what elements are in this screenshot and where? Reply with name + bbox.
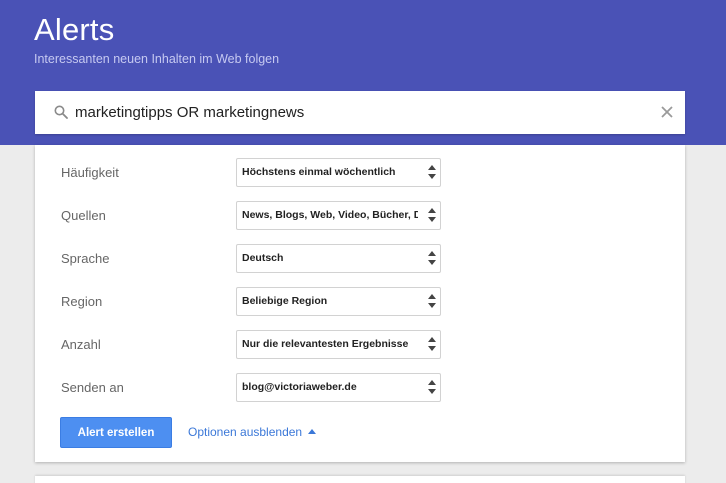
option-label: Region <box>61 294 103 309</box>
alerts-page: Alerts Interessanten neuen Inhalten im W… <box>0 0 726 483</box>
close-icon[interactable] <box>659 104 675 120</box>
create-alert-button[interactable]: Alert erstellen <box>60 417 172 448</box>
select-value: Nur die relevantesten Ergebnisse <box>242 338 409 350</box>
option-row-language: Sprache Deutsch <box>35 244 685 273</box>
option-label: Quellen <box>61 208 106 223</box>
select-value: Beliebige Region <box>242 295 328 307</box>
option-row-deliver-to: Senden an blog@victoriaweber.de <box>35 373 685 402</box>
select-arrows-icon <box>428 337 436 351</box>
language-select[interactable]: Deutsch <box>236 244 441 273</box>
triangle-up-icon <box>308 429 317 434</box>
select-arrows-icon <box>428 380 436 394</box>
select-value: Höchstens einmal wöchentlich <box>242 166 396 178</box>
header: Alerts Interessanten neuen Inhalten im W… <box>0 0 726 145</box>
select-arrows-icon <box>428 165 436 179</box>
select-arrows-icon <box>428 294 436 308</box>
search-input[interactable]: marketingtipps OR marketingnews <box>35 91 685 134</box>
option-label: Senden an <box>61 380 124 395</box>
option-row-sources: Quellen News, Blogs, Web, Video, Bücher,… <box>35 201 685 230</box>
search-query[interactable]: marketingtipps OR marketingnews <box>75 104 304 121</box>
hide-options-label: Optionen ausblenden <box>188 425 303 439</box>
option-row-region: Region Beliebige Region <box>35 287 685 316</box>
page-subtitle: Interessanten neuen Inhalten im Web folg… <box>34 52 280 66</box>
count-select[interactable]: Nur die relevantesten Ergebnisse <box>236 330 441 359</box>
option-label: Sprache <box>61 251 110 266</box>
frequency-select[interactable]: Höchstens einmal wöchentlich <box>236 158 441 187</box>
select-arrows-icon <box>428 208 436 222</box>
option-label: Häufigkeit <box>61 165 119 180</box>
option-row-count: Anzahl Nur die relevantesten Ergebnisse <box>35 330 685 359</box>
options-card: Häufigkeit Höchstens einmal wöchentlich … <box>35 145 685 462</box>
select-value: blog@victoriaweber.de <box>242 381 357 393</box>
deliver-to-select[interactable]: blog@victoriaweber.de <box>236 373 441 402</box>
hide-options-link[interactable]: Optionen ausblenden <box>188 425 317 439</box>
select-value: News, Blogs, Web, Video, Bücher, Dis <box>242 209 418 221</box>
region-select[interactable]: Beliebige Region <box>236 287 441 316</box>
page-title: Alerts <box>34 12 115 47</box>
option-label: Anzahl <box>61 337 101 352</box>
next-card <box>35 476 685 483</box>
search-icon <box>54 105 68 119</box>
select-value: Deutsch <box>242 252 284 264</box>
sources-select[interactable]: News, Blogs, Web, Video, Bücher, Dis <box>236 201 441 230</box>
select-arrows-icon <box>428 251 436 265</box>
option-row-frequency: Häufigkeit Höchstens einmal wöchentlich <box>35 158 685 187</box>
